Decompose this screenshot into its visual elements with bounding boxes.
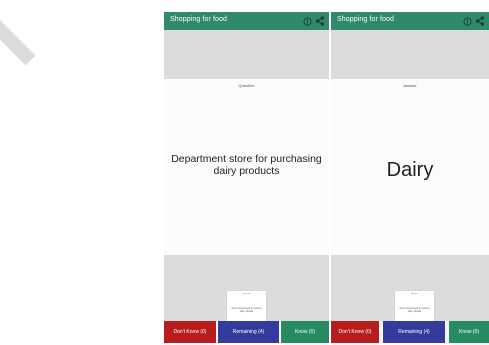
- remaining-button[interactable]: Remaining (4): [218, 321, 279, 343]
- card-question-text: Department store for purchasing dairy pr…: [171, 153, 322, 177]
- flash-card[interactable]: Question Department store for purchasing…: [164, 79, 329, 255]
- remaining-button[interactable]: Remaining (4): [383, 321, 445, 343]
- dont-know-button[interactable]: Don't Know (0): [331, 321, 379, 343]
- top-band: [331, 30, 489, 79]
- card-label: Question: [238, 83, 255, 88]
- share-icon[interactable]: [475, 16, 485, 26]
- app-bar: Shopping for food: [331, 12, 489, 30]
- answer-buttons: Don't Know (0) Remaining (4) Know (0): [331, 321, 489, 343]
- flash-card[interactable]: Answer Dairy: [331, 79, 489, 255]
- corner-ribbon-decoration: [0, 6, 36, 66]
- card-preview-label: Answer: [411, 293, 418, 295]
- app-bar: Shopping for food: [164, 12, 329, 30]
- dont-know-button[interactable]: Don't Know (0): [164, 321, 216, 343]
- help-circle-icon[interactable]: [303, 16, 312, 26]
- question-screen: Shopping for food Question Department st…: [164, 12, 329, 343]
- top-band: [164, 30, 329, 79]
- card-preview[interactable]: Question Store associated by having dair…: [227, 291, 266, 323]
- card-label: Answer: [403, 83, 417, 88]
- app-title: Shopping for food: [337, 16, 394, 23]
- bottom-band: Answer Store associated by having dairy …: [331, 255, 489, 323]
- app-title: Shopping for food: [170, 16, 227, 23]
- app-bar-actions: [303, 14, 325, 28]
- card-answer-text: Dairy: [386, 159, 434, 181]
- answer-buttons: Don't Know (0) Remaining (4) Know (0): [164, 321, 329, 343]
- share-icon[interactable]: [315, 16, 325, 26]
- card-preview-label: Question: [242, 293, 251, 295]
- know-button[interactable]: Know (0): [281, 321, 329, 343]
- answer-screen: Shopping for food Answer Dairy Answer St…: [331, 12, 489, 343]
- stage: Shopping for food Question Department st…: [0, 0, 489, 345]
- card-preview-text: Store associated by having dairy details: [399, 307, 430, 313]
- know-button[interactable]: Know (0): [449, 321, 489, 343]
- bottom-band: Question Store associated by having dair…: [164, 255, 329, 323]
- app-bar-actions: [463, 14, 485, 28]
- card-preview-text: Store associated by having dairy details: [231, 307, 262, 313]
- card-preview[interactable]: Answer Store associated by having dairy …: [395, 291, 434, 323]
- help-circle-icon[interactable]: [463, 16, 472, 26]
